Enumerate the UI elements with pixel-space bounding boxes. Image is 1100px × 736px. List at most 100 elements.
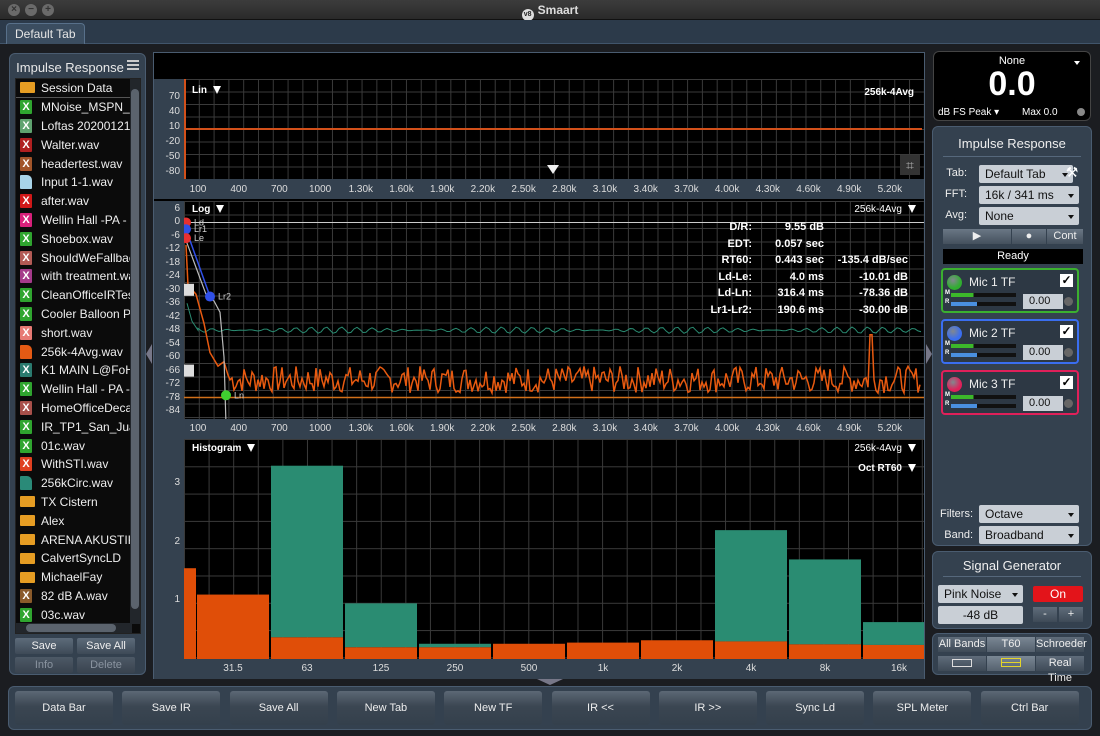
bottom-button-save-all[interactable]: Save All [229, 691, 328, 725]
file-list-item[interactable]: X WithSTI.wav [16, 455, 140, 474]
frequency-cursor-handle[interactable] [547, 165, 559, 174]
file-list-item[interactable]: X Wellin Hall - PA - [16, 380, 140, 399]
fft-select[interactable]: 16k / 341 ms [979, 186, 1079, 204]
mic-tf-card[interactable]: Mic 3 TF ✓ M R 0.00 [941, 370, 1079, 415]
t60-button[interactable]: T60 [987, 637, 1035, 652]
trace-color-dot[interactable] [947, 326, 962, 341]
file-list-item[interactable]: X CleanOfficeIRTes [16, 286, 140, 305]
histogram-metric-selector[interactable]: Oct RT60 [858, 463, 916, 474]
delete-button[interactable]: Delete [77, 657, 135, 673]
schroeder-button[interactable]: Schroeder [1036, 637, 1087, 652]
continuous-button[interactable]: Cont [1047, 229, 1083, 244]
mic-tf-card[interactable]: Mic 1 TF ✓ M R 0.00 [941, 268, 1079, 313]
signal-on-button[interactable]: On [1033, 586, 1083, 602]
hamburger-menu-icon[interactable] [127, 60, 139, 70]
histogram-trace-selector[interactable]: 256k-4Avg [854, 443, 916, 454]
bottom-button-new-tf[interactable]: New TF [444, 691, 543, 725]
file-list[interactable]: Session Data X MNoise_MSPN_9 X Loftas 20200… [15, 78, 141, 634]
file-list-item[interactable]: Input 1-1.wav [16, 173, 140, 192]
filters-select[interactable]: Octave [979, 505, 1079, 523]
level-increase-button[interactable]: + [1059, 607, 1083, 622]
band-select[interactable]: Broadband [979, 526, 1079, 544]
file-list-item[interactable]: TX Cistern [16, 493, 140, 512]
mic-delay-field[interactable]: 0.00 [1023, 345, 1063, 360]
bottom-button-new-tab[interactable]: New Tab [336, 691, 435, 725]
lin-plot[interactable]: Lin 256k-4Avg ⌗ [184, 79, 924, 179]
mic-enable-checkbox[interactable]: ✓ [1060, 274, 1073, 287]
file-list-item[interactable]: Xwith treatment.wa [16, 267, 140, 286]
file-list-item[interactable]: Alex [16, 511, 140, 530]
histogram-mode-selector[interactable]: Histogram [192, 443, 256, 454]
tab-default[interactable]: Default Tab [6, 23, 85, 44]
split-plot-layout-button[interactable] [987, 656, 1035, 671]
file-list-horizontal-scrollbar[interactable] [16, 623, 132, 633]
file-list-item[interactable]: X Walter.wav [16, 135, 140, 154]
mic-enable-checkbox[interactable]: ✓ [1060, 325, 1073, 338]
marker-ln[interactable] [221, 390, 231, 401]
file-list-item[interactable]: X 82 dB A.wav [16, 587, 140, 606]
marker-lr1[interactable] [184, 224, 191, 235]
histogram-plot[interactable]: Histogram 256k-4Avg Oct RT60 [184, 439, 924, 659]
file-list-item[interactable]: X Loftas 20200121- [16, 117, 140, 136]
trace-color-dot[interactable] [947, 275, 962, 290]
stat-label: D/R: [729, 221, 752, 233]
file-list-item[interactable]: Xheadertest.wav [16, 154, 140, 173]
file-list-item[interactable]: 256kCirc.wav [16, 474, 140, 493]
tab-select[interactable]: Default Tab [979, 165, 1073, 183]
mic-tf-card[interactable]: Mic 2 TF ✓ M R 0.00 [941, 319, 1079, 364]
bottom-button-save-ir[interactable]: Save IR [122, 691, 221, 725]
file-list-item[interactable]: Xshort.wav [16, 323, 140, 342]
mic-delay-field[interactable]: 0.00 [1023, 294, 1063, 309]
range-handle[interactable] [184, 283, 194, 296]
bottom-button-sync-ld[interactable]: Sync Ld [766, 691, 865, 725]
file-list-item[interactable]: X ShouldWeFallbac [16, 248, 140, 267]
meter-unit-selector[interactable]: dB FS Peak ▾ [938, 107, 999, 118]
file-list-item[interactable]: X K1 MAIN L@FoH [16, 361, 140, 380]
avg-select[interactable]: None [979, 207, 1079, 225]
all-bands-button[interactable]: All Bands [938, 637, 986, 652]
trace-color-dot[interactable] [947, 377, 962, 392]
file-list-item[interactable]: Xafter.wav [16, 192, 140, 211]
file-list-item[interactable]: X MNoise_MSPN_9 [16, 98, 140, 117]
file-list-item[interactable]: X Cooler Balloon Po [16, 305, 140, 324]
real-time-button[interactable]: Real Time [1036, 656, 1084, 684]
bottom-button-spl-meter[interactable]: SPL Meter [873, 691, 972, 725]
file-list-item[interactable]: 256k-4Avg.wav [16, 342, 140, 361]
play-button[interactable]: ▶ [943, 229, 1011, 244]
collapse-left-panel-handle[interactable] [146, 344, 152, 364]
file-list-item[interactable]: X Shoebox.wav [16, 229, 140, 248]
record-button[interactable]: ● [1012, 229, 1046, 244]
bottom-button-ir[interactable]: IR << [551, 691, 650, 725]
range-handle[interactable] [184, 364, 194, 377]
session-data-folder[interactable]: Session Data [16, 79, 140, 98]
lin-mode-selector[interactable]: Lin [192, 85, 221, 96]
file-list-item[interactable]: CalvertSyncLD [16, 549, 140, 568]
marker-lr2[interactable] [205, 291, 215, 302]
bottom-button-ir[interactable]: IR >> [658, 691, 757, 725]
stat-value: 4.0 ms [789, 270, 824, 283]
mic-delay-field[interactable]: 0.00 [1023, 396, 1063, 411]
file-list-item[interactable]: X 03c.wav [16, 605, 140, 624]
level-meter[interactable]: None 0.0 dB FS Peak ▾ Max 0.0 [933, 51, 1091, 121]
file-list-item[interactable]: MichaelFay [16, 568, 140, 587]
info-button[interactable]: Info [15, 657, 73, 673]
bottom-button-ctrl-bar[interactable]: Ctrl Bar [980, 691, 1079, 725]
file-list-item[interactable]: X 01c.wav [16, 436, 140, 455]
file-list-item[interactable]: X IR_TP1_San_Jua [16, 417, 140, 436]
save-all-button[interactable]: Save All [77, 638, 135, 654]
signal-level-field[interactable]: -48 dB [938, 606, 1023, 624]
signal-type-select[interactable]: Pink Noise [938, 585, 1023, 603]
file-list-vertical-scrollbar[interactable] [130, 79, 140, 624]
bottom-button-data-bar[interactable]: Data Bar [15, 691, 113, 725]
mic-enable-checkbox[interactable]: ✓ [1060, 376, 1073, 389]
level-decrease-button[interactable]: - [1033, 607, 1057, 622]
file-list-item[interactable]: X Wellin Hall -PA - F [16, 211, 140, 230]
file-list-item[interactable]: ARENA AKUSTIK [16, 530, 140, 549]
file-list-item[interactable]: X HomeOfficeDecay [16, 399, 140, 418]
log-plot[interactable]: Log 256k-4Avg Ld Lr1 Le Lr2 Ln D/R: 9.55 dB ED… [184, 201, 924, 419]
collapse-bottom-bar-handle[interactable] [537, 679, 563, 685]
tools-icon[interactable]: ⚒ [1064, 164, 1080, 180]
crop-icon[interactable]: ⌗ [900, 155, 920, 175]
save-button[interactable]: Save [15, 638, 73, 654]
single-plot-layout-button[interactable] [938, 656, 986, 671]
